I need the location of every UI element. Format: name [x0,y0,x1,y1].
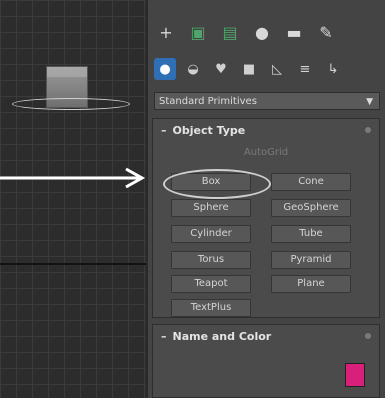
cylinder-button[interactable]: Cylinder [171,225,251,243]
autogrid-label: AutoGrid [243,147,289,158]
systems-icon[interactable]: ↳ [322,58,344,80]
textplus-button[interactable]: TextPlus [171,299,251,317]
box-highlight-ellipse [163,169,271,199]
pyramid-button[interactable]: Pyramid [271,251,351,269]
tube-button[interactable]: Tube [271,225,351,243]
hierarchy-icon[interactable]: ▤ [220,22,240,42]
shapes-icon[interactable]: ◒ [182,58,204,80]
cone-button[interactable]: Cone [271,173,351,191]
command-panel: + ▣ ▤ ● ▬ ✎ ● ◒ ♥ ■ ◺ ≡ ↳ Standard Primi… [146,0,385,398]
display-icon[interactable]: ▬ [284,22,304,42]
name-and-color-rollout: – Name and Color [152,324,380,398]
box-selection-ring [12,98,130,110]
create-icon[interactable]: + [156,22,176,42]
name-and-color-title: Name and Color [172,329,272,343]
command-panel-tabs: + ▣ ▤ ● ▬ ✎ [152,22,385,46]
lights-icon[interactable]: ♥ [210,58,232,80]
plane-button[interactable]: Plane [271,275,351,293]
utilities-icon[interactable]: ✎ [316,22,336,42]
chevron-down-icon: ▼ [366,97,373,107]
color-swatch[interactable] [345,363,365,387]
object-type-title: Object Type [172,123,246,137]
object-type-header[interactable]: – Object Type [153,119,379,141]
spacewarps-icon[interactable]: ≡ [294,58,316,80]
teapot-button[interactable]: Teapot [171,275,251,293]
primitive-type-dropdown[interactable]: Standard Primitives ▼ [154,92,380,110]
helpers-icon[interactable]: ◺ [266,58,288,80]
sphere-button[interactable]: Sphere [171,199,251,217]
geometry-icon[interactable]: ● [154,58,176,80]
cameras-icon[interactable]: ■ [238,58,260,80]
object-type-rollout: – Object Type AutoGrid Box Cone Sphere Ge… [152,118,380,318]
torus-button[interactable]: Torus [171,251,251,269]
geosphere-button[interactable]: GeoSphere [271,199,351,217]
dropdown-value: Standard Primitives [159,96,257,107]
viewport[interactable] [0,0,146,398]
motion-icon[interactable]: ● [252,22,272,42]
modify-icon[interactable]: ▣ [188,22,208,42]
create-subcategory-bar: ● ◒ ♥ ■ ◺ ≡ ↳ [152,58,384,82]
annotation-arrow [0,167,146,189]
viewport-axis-line [0,263,146,265]
name-and-color-header[interactable]: – Name and Color [153,325,379,347]
